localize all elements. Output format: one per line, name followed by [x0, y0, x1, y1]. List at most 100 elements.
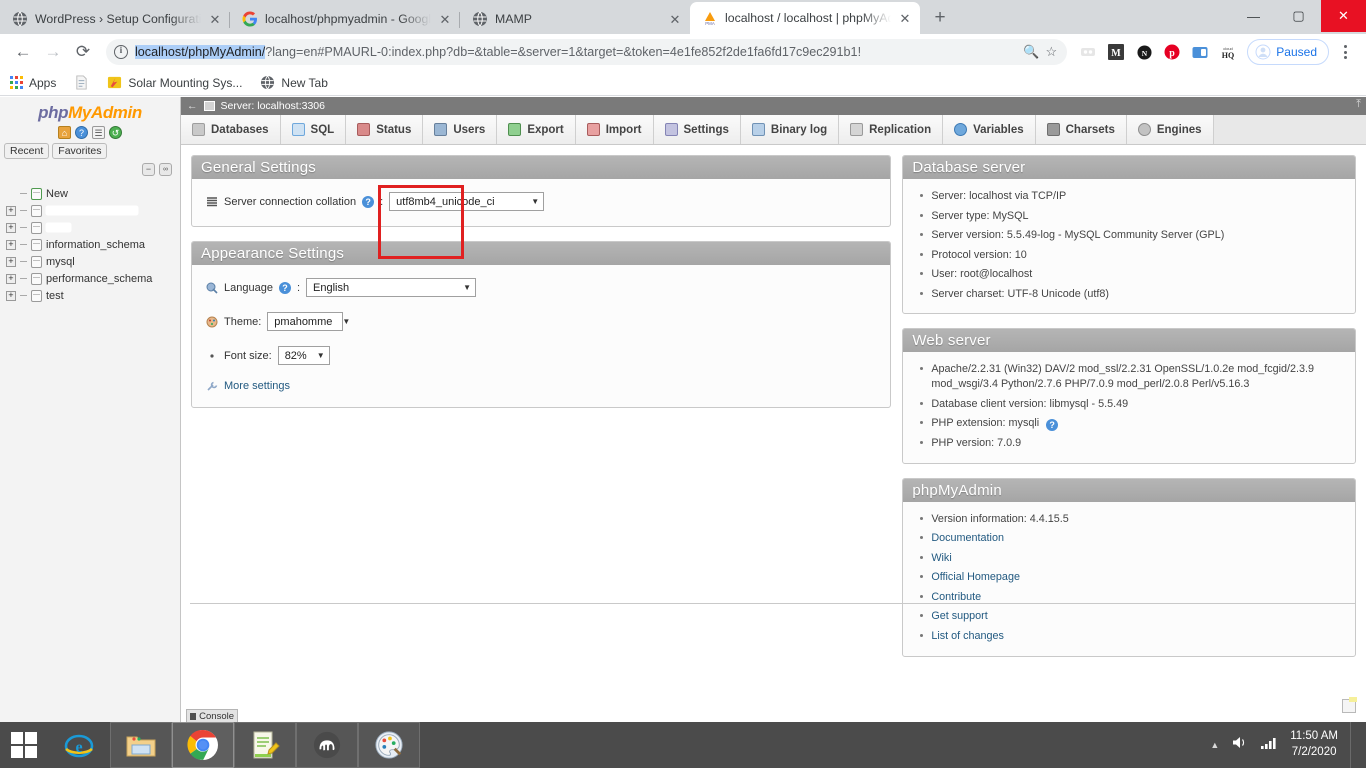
tab-replication[interactable]: Replication [839, 115, 944, 144]
tab-close-icon[interactable]: ✕ [438, 13, 452, 26]
expand-icon[interactable]: + [6, 290, 16, 301]
tab-status[interactable]: Status [346, 115, 424, 144]
db-tree-item-test[interactable]: + test [0, 287, 180, 304]
show-hidden-icons[interactable]: ▲ [1210, 740, 1219, 750]
link-icon[interactable]: ∞ [159, 163, 172, 176]
logo-php: php [38, 103, 69, 122]
taskbar-file-explorer[interactable] [110, 722, 172, 768]
expand-icon[interactable]: + [6, 256, 16, 267]
theme-select[interactable]: pmahomme ▼ [267, 312, 350, 331]
tab-charsets[interactable]: Charsets [1035, 115, 1127, 144]
scroll-to-top-button[interactable] [1342, 697, 1357, 713]
kebab-menu-icon[interactable] [1332, 45, 1358, 59]
tab-engines[interactable]: Engines [1126, 115, 1214, 144]
star-icon[interactable]: ☆ [1041, 44, 1061, 60]
bookmark-solar-mounting[interactable]: Solar Mounting Sys... [107, 75, 242, 90]
address-bar[interactable]: i localhost/phpMyAdmin/?lang=en#PMAURL-0… [106, 39, 1068, 65]
expand-icon[interactable]: + [6, 273, 16, 284]
recent-button[interactable]: Recent [4, 143, 50, 159]
list-item: Protocol version: 10 [917, 248, 1341, 263]
more-settings-link[interactable]: More settings [224, 380, 290, 392]
panel-body: Apache/2.2.31 (Win32) DAV/2 mod_ssl/2.2.… [903, 352, 1355, 462]
documentation-link[interactable]: Documentation [931, 532, 1004, 544]
expand-icon[interactable]: + [6, 222, 16, 233]
collapse-all-icon[interactable]: − [142, 163, 155, 176]
taskbar-notepad-plus-plus[interactable] [234, 722, 296, 768]
lastpass-icon[interactable] [1075, 39, 1101, 65]
expand-icon[interactable]: + [6, 205, 16, 216]
collation-select[interactable]: utf8mb4_unicode_ci ▼ [389, 192, 545, 211]
help-icon[interactable]: ? [75, 126, 88, 139]
tab-databases[interactable]: Databases [181, 115, 281, 144]
tab-import[interactable]: Import [575, 115, 654, 144]
db-tree-item-new[interactable]: New [0, 185, 180, 202]
collapse-panel-icon[interactable]: ⤒ [1356, 98, 1361, 111]
taskbar-clock[interactable]: 11:50 AM 7/2/2020 [1290, 729, 1338, 760]
bookmark-apps[interactable]: Apps [10, 76, 56, 90]
expand-icon[interactable]: + [6, 239, 16, 250]
browser-tab-mamp[interactable]: MAMP ✕ [460, 4, 690, 34]
volume-icon[interactable] [1231, 735, 1248, 755]
list-of-changes-link[interactable]: List of changes [931, 630, 1004, 642]
home-icon[interactable]: ⌂ [58, 126, 71, 139]
tab-close-icon[interactable]: ✕ [208, 13, 222, 26]
tab-snooze-icon[interactable] [1187, 39, 1213, 65]
db-tree-item-redacted-1[interactable]: + [0, 202, 180, 219]
tab-settings[interactable]: Settings [653, 115, 741, 144]
contribute-link[interactable]: Contribute [931, 591, 981, 603]
back-button[interactable]: ← [8, 37, 38, 67]
start-button[interactable] [0, 722, 48, 768]
docs-icon[interactable]: ☰ [92, 126, 105, 139]
forward-button[interactable]: → [38, 37, 68, 67]
favorites-button[interactable]: Favorites [52, 143, 108, 159]
taskbar-internet-explorer[interactable]: e [48, 722, 110, 768]
reload-icon[interactable]: ↺ [109, 126, 122, 139]
font-size-select[interactable]: 82% ▼ [277, 346, 330, 365]
taskbar-mamp[interactable] [296, 722, 358, 768]
network-icon[interactable] [1260, 736, 1278, 755]
show-desktop-button[interactable] [1350, 722, 1358, 768]
wiki-link[interactable]: Wiki [931, 552, 951, 564]
console-bar[interactable]: Console [186, 709, 238, 722]
db-tree-item-performance-schema[interactable]: + performance_schema [0, 270, 180, 287]
db-tree-item-mysql[interactable]: + mysql [0, 253, 180, 270]
browser-tab-google[interactable]: localhost/phpmyadmin - Google ✕ [230, 4, 460, 34]
get-support-link[interactable]: Get support [931, 610, 987, 622]
taskbar-chrome[interactable] [172, 722, 234, 768]
db-tree-item-information-schema[interactable]: + information_schema [0, 236, 180, 253]
db-tree-item-redacted-2[interactable]: + [0, 219, 180, 236]
bookmark-new-tab[interactable]: New Tab [260, 75, 328, 90]
browser-tab-wordpress[interactable]: WordPress › Setup Configuration ✕ [0, 4, 230, 34]
window-minimize-button[interactable]: — [1231, 0, 1276, 32]
help-icon[interactable]: ? [362, 195, 375, 208]
tab-close-icon[interactable]: ✕ [898, 12, 912, 25]
db-label: test [46, 289, 64, 302]
window-close-button[interactable]: ✕ [1321, 0, 1366, 32]
tab-export[interactable]: Export [497, 115, 576, 144]
new-tab-button[interactable]: + [926, 4, 954, 32]
tab-binary-log[interactable]: Binary log [740, 115, 840, 144]
info-icon[interactable]: i [114, 45, 128, 59]
sync-paused-button[interactable]: Paused [1247, 39, 1329, 65]
cloudhq-icon[interactable]: cloud HQ [1215, 39, 1241, 65]
pinterest-icon[interactable]: p [1159, 39, 1185, 65]
tab-sql[interactable]: SQL [280, 115, 347, 144]
help-icon[interactable]: ? [1046, 419, 1059, 432]
settings-icon [664, 123, 678, 136]
search-icon[interactable]: 🔍 [1021, 44, 1041, 60]
help-icon[interactable]: ? [278, 281, 291, 294]
medium-icon[interactable]: M [1103, 39, 1129, 65]
notion-icon[interactable]: N [1131, 39, 1157, 65]
tab-users[interactable]: Users [423, 115, 498, 144]
taskbar-paint[interactable] [358, 722, 420, 768]
tab-close-icon[interactable]: ✕ [668, 13, 682, 26]
window-maximize-button[interactable]: ▢ [1276, 0, 1321, 32]
language-select[interactable]: English ▼ [306, 278, 477, 297]
pma-recent-favorites: Recent Favorites [0, 139, 180, 159]
official-homepage-link[interactable]: Official Homepage [931, 571, 1020, 583]
tab-variables[interactable]: Variables [943, 115, 1036, 144]
browser-tab-phpmyadmin[interactable]: PMA localhost / localhost | phpMyAdm ✕ [690, 2, 920, 34]
pma-logo[interactable]: phpMyAdmin [0, 97, 180, 123]
reload-button[interactable]: ⟳ [68, 37, 98, 67]
nav-back-arrow-icon[interactable]: ← [187, 100, 198, 112]
